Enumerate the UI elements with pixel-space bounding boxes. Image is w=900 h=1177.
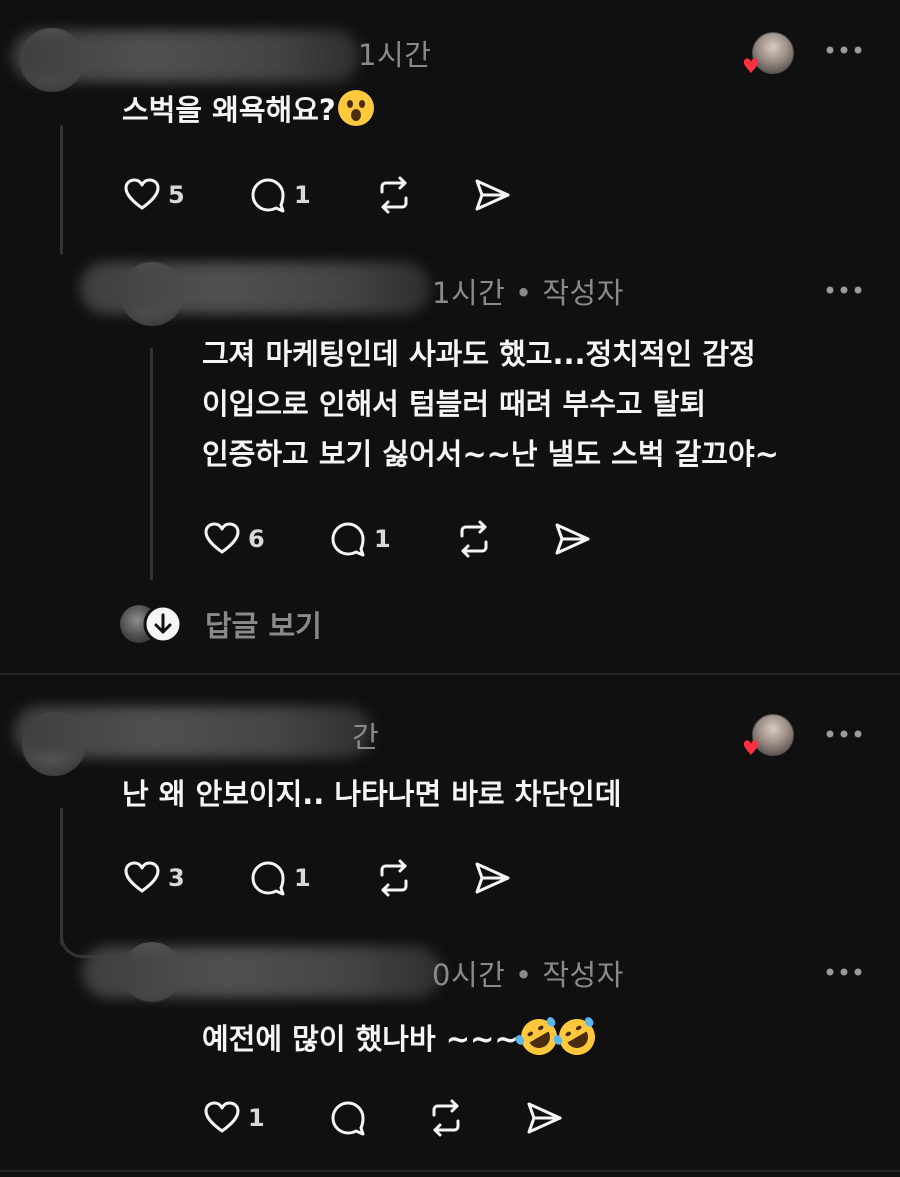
- thread-line: [60, 125, 63, 255]
- share-icon: [555, 523, 590, 555]
- comment-text: 난 왜 안보이지.. 나타나면 바로 차단인데: [122, 777, 622, 811]
- more-icon[interactable]: [824, 727, 864, 741]
- comment-icon: [331, 522, 365, 557]
- more-icon[interactable]: [824, 43, 864, 57]
- repost-button[interactable]: [426, 1098, 524, 1138]
- share-icon: [475, 179, 510, 211]
- comment-actions: 5 1: [122, 175, 522, 215]
- share-button[interactable]: [552, 519, 602, 559]
- comment-time-author-tag: 1시간 • 작성자: [432, 276, 624, 310]
- like-count: 6: [248, 525, 265, 553]
- comment-text: 예전에 많이 했나바 ~~~: [202, 1012, 602, 1062]
- comment-icon: [331, 1101, 365, 1136]
- view-replies-label: 답글 보기: [205, 609, 322, 643]
- more-icon[interactable]: [824, 965, 864, 979]
- comment-time: 간: [352, 720, 380, 754]
- reply-count: 1: [374, 525, 391, 553]
- rofl-emoji: [551, 1012, 602, 1062]
- comment-divider: [0, 673, 900, 675]
- heart-icon: [124, 861, 160, 893]
- comment-icon: [251, 178, 285, 213]
- like-button[interactable]: 3: [122, 858, 248, 898]
- heart-badge-icon: ♥: [742, 54, 760, 78]
- more-icon[interactable]: [824, 283, 864, 297]
- reply-button[interactable]: 1: [248, 858, 374, 898]
- author-username-blurred[interactable]: [80, 262, 430, 314]
- heart-icon: [204, 522, 240, 554]
- thread-line: [150, 348, 153, 580]
- commenter-username-blurred[interactable]: [14, 706, 372, 758]
- repost-icon: [460, 520, 488, 558]
- comment-time: 1시간: [358, 38, 432, 72]
- comment-divider: [0, 1170, 900, 1172]
- reply-count: 1: [294, 181, 311, 209]
- comment-text: 스벅을 왜욕해요?: [122, 88, 374, 133]
- down-arrow-icon: [143, 604, 183, 644]
- reply-button[interactable]: [328, 1098, 426, 1138]
- heart-icon: [124, 178, 160, 210]
- astonished-face-emoji: [337, 90, 374, 126]
- share-button[interactable]: [524, 1098, 574, 1138]
- reply-count: 1: [294, 864, 311, 892]
- like-count: 1: [248, 1104, 265, 1132]
- reply-button[interactable]: 1: [248, 175, 374, 215]
- heart-icon: [204, 1101, 240, 1133]
- comment-icon: [251, 861, 285, 896]
- like-button[interactable]: 1: [202, 1098, 328, 1138]
- like-button[interactable]: 6: [202, 519, 328, 559]
- repost-icon: [380, 176, 408, 214]
- repost-button[interactable]: [374, 175, 472, 215]
- liked-by-author-avatar: ♥: [742, 714, 794, 758]
- comment-actions: 1: [202, 1098, 574, 1138]
- repost-icon: [380, 859, 408, 897]
- commenter-username-blurred[interactable]: [12, 30, 360, 82]
- comment-actions: 6 1: [202, 519, 602, 559]
- share-button[interactable]: [472, 858, 522, 898]
- share-button[interactable]: [472, 175, 522, 215]
- like-button[interactable]: 5: [122, 175, 248, 215]
- comment-actions: 3 1: [122, 858, 522, 898]
- repost-button[interactable]: [374, 858, 472, 898]
- repost-icon: [432, 1099, 460, 1137]
- like-count: 3: [168, 864, 185, 892]
- heart-badge-icon: ♥: [742, 736, 760, 760]
- comment-time-author-tag: 0시간 • 작성자: [432, 958, 624, 992]
- share-icon: [475, 862, 510, 894]
- author-username-blurred[interactable]: [82, 946, 442, 998]
- liked-by-author-avatar: ♥: [742, 32, 794, 76]
- like-count: 5: [168, 181, 185, 209]
- repost-button[interactable]: [454, 519, 552, 559]
- reply-button[interactable]: 1: [328, 519, 454, 559]
- share-icon: [527, 1102, 562, 1134]
